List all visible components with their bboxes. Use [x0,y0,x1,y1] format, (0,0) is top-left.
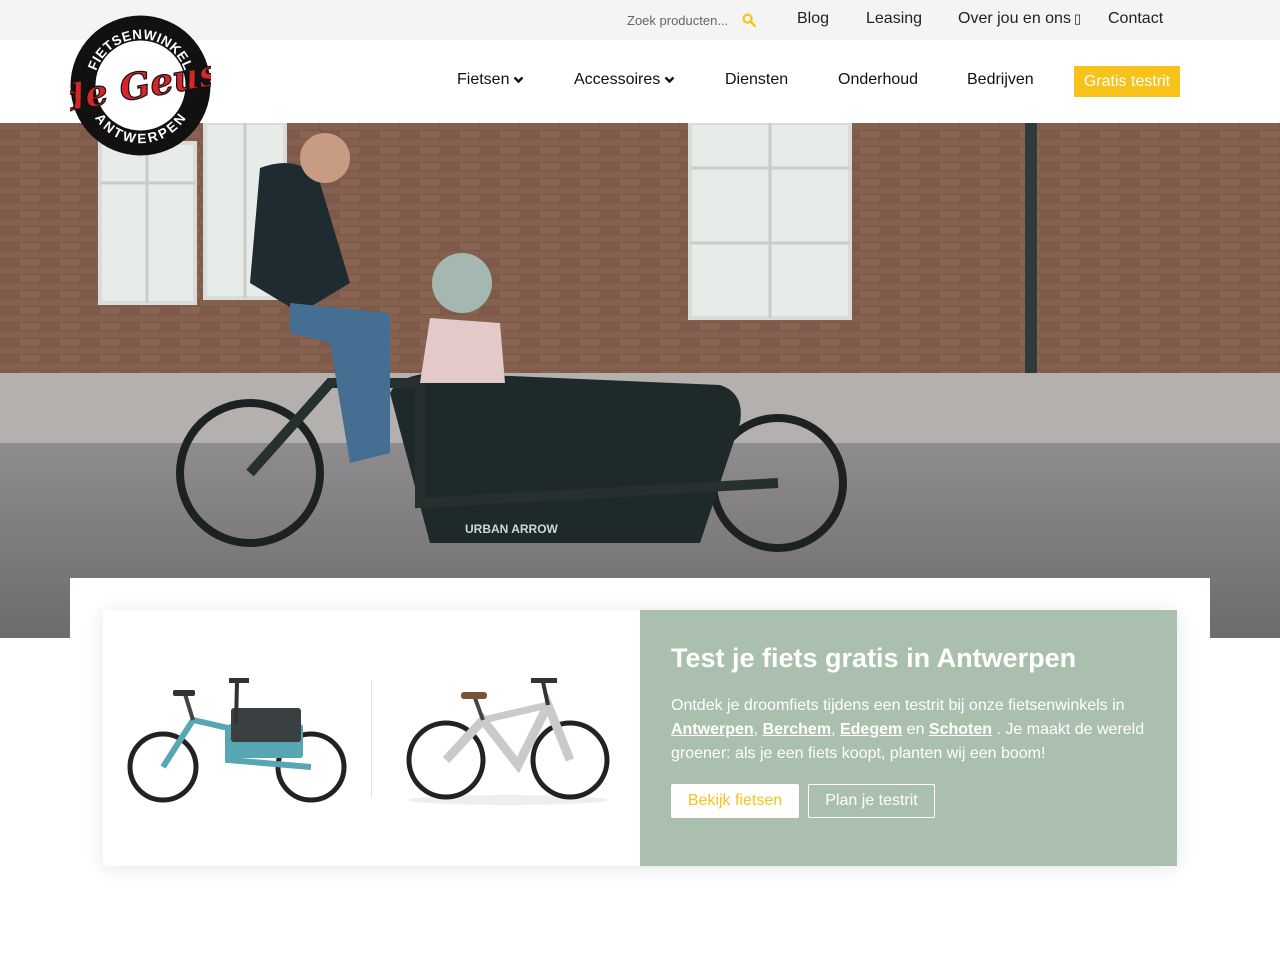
nav-item-fietsen[interactable]: Fietsen [457,71,524,89]
nav-item-bedrijven[interactable]: Bedrijven [967,71,1034,89]
de-geus-logo[interactable]: FIETSENWINKEL ANTWERPEN de Geus [70,15,211,156]
chevron-down-icon [514,76,524,83]
promo-bikes-image [127,678,610,805]
search-box [616,8,766,32]
promo-separator: en [906,721,925,738]
hero-bike-brand: URBAN ARROW [465,522,559,536]
city-bike-image [406,678,610,805]
location-link-schoten[interactable]: Schoten [929,721,992,738]
nav-item-diensten[interactable]: Diensten [725,71,788,89]
promo-separator: , [753,721,759,738]
nav-item-label: Accessoires [574,71,661,88]
nav-item-label: Fietsen [457,71,510,88]
location-link-edegem[interactable]: Edegem [840,721,902,738]
promo-title: Test je fiets gratis in Antwerpen [671,643,1077,673]
top-link-blog[interactable]: Blog [797,10,829,28]
promo-text-intro: Ontdek je droomfiets tijdens een testrit… [671,697,1125,714]
search-icon[interactable] [742,13,756,27]
bekijk-fietsen-button[interactable]: Bekijk fietsen [671,784,799,818]
promo-text: Ontdek je droomfiets tijdens een testrit… [671,694,1146,766]
plan-testrit-button[interactable]: Plan je testrit [808,784,935,818]
promo-text-panel: Test je fiets gratis in Antwerpen Ontdek… [640,610,1177,866]
gratis-testrit-button[interactable]: Gratis testrit [1074,66,1180,97]
bike-divider [371,680,372,798]
chevron-down-icon [664,76,675,83]
location-link-berchem[interactable]: Berchem [763,721,831,738]
promo-card: Test je fiets gratis in Antwerpen Ontdek… [103,610,1177,866]
hero-cargo-bike-photo: URBAN ARROW [0,123,1280,638]
cargo-bike-image [127,678,347,803]
search-input[interactable] [616,8,736,32]
nav-item-onderhoud[interactable]: Onderhoud [838,71,918,89]
external-link-icon: ▯ [1073,11,1082,26]
location-link-antwerpen[interactable]: Antwerpen [671,721,754,738]
promo-separator: , [831,721,836,738]
promo-bikes-panel [103,610,640,866]
nav-item-accessoires[interactable]: Accessoires [574,71,675,89]
top-link-contact[interactable]: Contact [1108,10,1163,28]
hero-banner: URBAN ARROW [0,123,1280,638]
top-link-over-jou-en-ons[interactable]: Over jou en ons ▯ [958,10,1081,28]
top-link-label: Over jou en ons [958,10,1071,27]
top-link-leasing[interactable]: Leasing [866,10,922,28]
